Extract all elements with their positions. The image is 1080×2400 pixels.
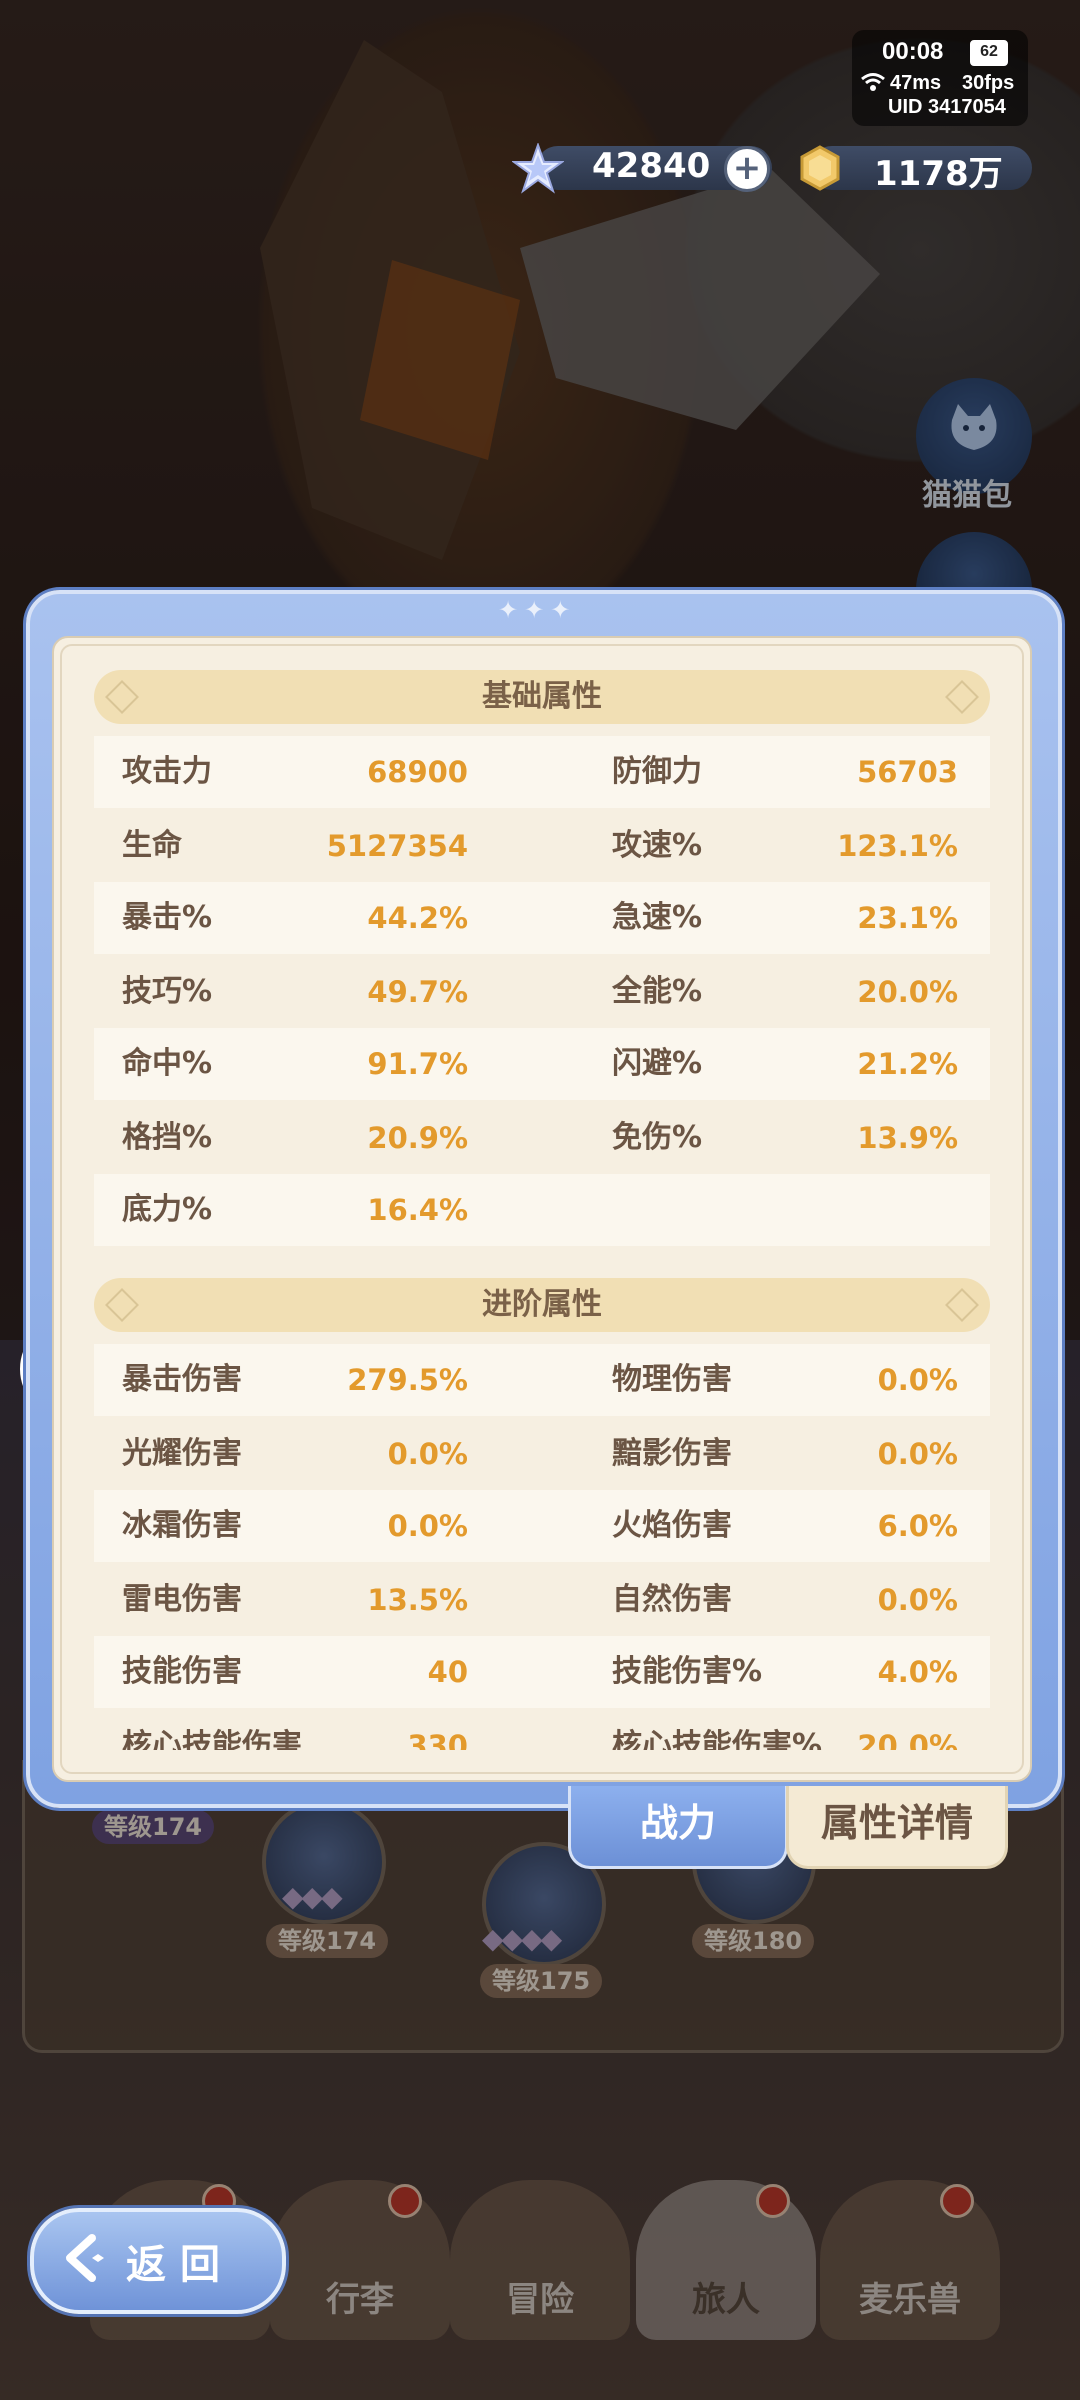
uid-text: UID 3417054 <box>888 96 1006 118</box>
stat-value: 123.1% <box>837 829 958 863</box>
stat-value: 20.9% <box>367 1121 468 1155</box>
stat-value: 13.5% <box>367 1583 468 1617</box>
stat-row: 光耀伤害 0.0% 黯影伤害 0.0% <box>94 1418 990 1490</box>
tab-attribute-details[interactable]: 属性详情 <box>786 1786 1008 1869</box>
ornament-icon <box>945 1288 979 1322</box>
ornament-icon <box>105 680 139 714</box>
stat-value: 0.0% <box>387 1437 468 1471</box>
add-currency-button[interactable]: + <box>724 146 770 192</box>
status-hud: 00:08 62 47ms 30fps UID 3417054 <box>852 30 1028 126</box>
stat-row: 底力% 16.4% <box>94 1174 990 1246</box>
stat-label: 光耀伤害 <box>122 1436 242 1471</box>
stat-value: 21.2% <box>857 1047 958 1081</box>
basic-attributes-header: 基础属性 <box>94 670 990 724</box>
stat-row: 暴击伤害 279.5% 物理伤害 0.0% <box>94 1344 990 1416</box>
ornament-icon <box>945 680 979 714</box>
stat-value: 40 <box>427 1655 468 1689</box>
stat-value: 20.0% <box>857 975 958 1009</box>
stat-value: 44.2% <box>367 901 468 935</box>
stat-label: 火焰伤害 <box>612 1508 732 1543</box>
stat-label: 核心技能伤害 <box>122 1728 302 1750</box>
stat-row: 技巧% 49.7% 全能% 20.0% <box>94 956 990 1028</box>
star-gem-icon <box>512 143 564 194</box>
stat-value: 5127354 <box>326 829 468 863</box>
stat-label: 全能% <box>612 974 703 1009</box>
stat-value: 20.0% <box>857 1729 958 1750</box>
stat-label: 格挡% <box>122 1120 213 1155</box>
stat-label: 命中% <box>122 1046 213 1081</box>
stat-row: 生命 5127354 攻速% 123.1% <box>94 810 990 882</box>
stat-value: 6.0% <box>877 1509 958 1543</box>
ornament-icon <box>105 1288 139 1322</box>
fps-text: 30fps <box>962 72 1015 94</box>
basic-attributes-title: 基础属性 <box>482 679 602 714</box>
stat-label: 技能伤害 <box>122 1654 242 1689</box>
stat-row: 命中% 91.7% 闪避% 21.2% <box>94 1028 990 1100</box>
stat-label: 底力% <box>122 1192 213 1227</box>
stat-value: 13.9% <box>857 1121 958 1155</box>
coin-icon <box>800 145 840 191</box>
stat-label: 暴击伤害 <box>122 1362 242 1397</box>
advanced-attributes-title: 进阶属性 <box>482 1287 602 1322</box>
stat-value: 0.0% <box>877 1363 958 1397</box>
stat-row: 核心技能伤害 330 核心技能伤害% 20.0% <box>94 1710 990 1750</box>
stat-label: 自然伤害 <box>612 1582 732 1617</box>
clock: 00:08 <box>882 38 944 65</box>
stat-label: 攻速% <box>612 828 703 863</box>
stat-label: 急速% <box>612 900 703 935</box>
stat-value: 0.0% <box>387 1509 468 1543</box>
wifi-icon <box>860 72 886 97</box>
stat-label: 防御力 <box>612 754 702 789</box>
stat-value: 279.5% <box>347 1363 468 1397</box>
stat-value: 68900 <box>367 755 468 789</box>
stat-value: 16.4% <box>367 1193 468 1227</box>
stat-label: 技能伤害% <box>612 1654 763 1689</box>
panel-top-ornament: ✦✦✦ <box>498 596 577 624</box>
stat-label: 冰霜伤害 <box>122 1508 242 1543</box>
back-arrow-icon <box>66 2234 104 2282</box>
stat-label: 免伤% <box>612 1120 703 1155</box>
stat-row: 格挡% 20.9% 免伤% 13.9% <box>94 1102 990 1174</box>
attribute-scroll-area[interactable]: 基础属性 攻击力 68900 防御力 56703 生命 5127354 攻速% … <box>52 660 1028 1750</box>
stat-row: 冰霜伤害 0.0% 火焰伤害 6.0% <box>94 1490 990 1562</box>
tab-combat-power[interactable]: 战力 <box>568 1786 788 1869</box>
stat-label: 闪避% <box>612 1046 703 1081</box>
battery-indicator: 62 <box>970 40 1008 66</box>
stat-label: 攻击力 <box>122 754 212 789</box>
stat-label: 生命 <box>122 828 182 863</box>
stat-value: 91.7% <box>367 1047 468 1081</box>
back-button[interactable]: 返回 <box>30 2208 286 2314</box>
stat-row: 技能伤害 40 技能伤害% 4.0% <box>94 1636 990 1708</box>
ping-text: 47ms <box>890 72 942 94</box>
stat-row: 攻击力 68900 防御力 56703 <box>94 736 990 808</box>
stat-value: 0.0% <box>877 1437 958 1471</box>
stat-label: 暴击% <box>122 900 213 935</box>
star-currency-value: 42840 <box>592 146 711 186</box>
stat-value: 23.1% <box>857 901 958 935</box>
stat-value: 0.0% <box>877 1583 958 1617</box>
stat-label: 物理伤害 <box>612 1362 732 1397</box>
coin-currency-value: 1178万 <box>874 154 1003 194</box>
stat-row: 暴击% 44.2% 急速% 23.1% <box>94 882 990 954</box>
stat-label: 核心技能伤害% <box>612 1728 823 1750</box>
stat-value: 56703 <box>857 755 958 789</box>
stat-label: 黯影伤害 <box>612 1436 732 1471</box>
stat-label: 雷电伤害 <box>122 1582 242 1617</box>
stat-value: 330 <box>407 1729 468 1750</box>
advanced-attributes-header: 进阶属性 <box>94 1278 990 1332</box>
stat-value: 49.7% <box>367 975 468 1009</box>
stat-value: 4.0% <box>877 1655 958 1689</box>
stat-row: 雷电伤害 13.5% 自然伤害 0.0% <box>94 1564 990 1636</box>
stat-label: 技巧% <box>122 974 213 1009</box>
back-label: 返回 <box>126 2242 234 2288</box>
